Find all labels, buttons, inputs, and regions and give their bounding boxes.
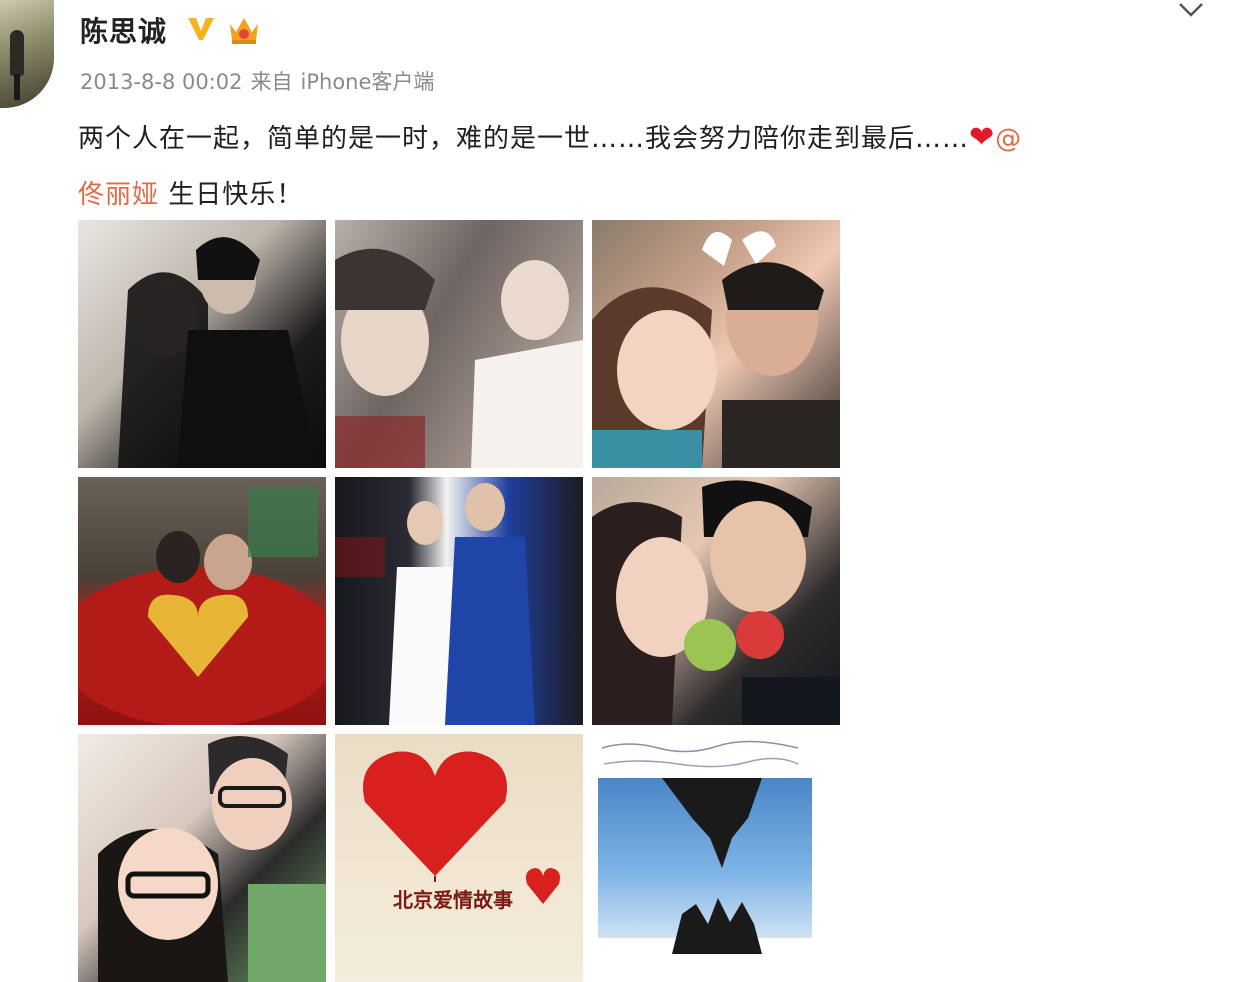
handwriting-scribble [601, 740, 799, 768]
poster-caption: 北京爱情故事 [393, 888, 513, 912]
photo-6[interactable] [592, 477, 840, 725]
photo-9[interactable] [592, 734, 840, 982]
chevron-down-icon[interactable] [1176, 0, 1206, 20]
photo-6-figure [592, 480, 840, 725]
post-source[interactable]: iPhone客户端 [301, 70, 435, 94]
photo-1[interactable] [78, 220, 326, 468]
photo-1-figure [118, 237, 318, 468]
photo-5[interactable] [335, 477, 583, 725]
photo-7[interactable] [78, 734, 326, 982]
post-text-suffix: 生日快乐！ [159, 180, 304, 210]
username[interactable]: 陈思诚 [80, 10, 167, 50]
post-text-line1: 两个人在一起，简单的是一时，难的是一世……我会努力陪你走到最后……❤@ [78, 110, 1218, 167]
at-symbol: @ [995, 124, 1023, 154]
photo-9-hand-bottom [672, 898, 762, 954]
photo-4-figure [78, 487, 326, 725]
photo-4[interactable] [78, 477, 326, 725]
verified-v-icon [188, 18, 214, 40]
photo-grid: 北京爱情故事 [78, 220, 842, 982]
photo-9-hand-top [662, 778, 762, 868]
photo-3-figure [592, 231, 840, 468]
small-heart-balloon-icon [526, 868, 560, 904]
heart-balloon-icon [363, 751, 507, 882]
photo-2[interactable] [335, 220, 583, 468]
post-text: 两个人在一起，简单的是一时，难的是一世……我会努力陪你走到最后…… [78, 124, 970, 154]
photo-3[interactable] [592, 220, 840, 468]
avatar-figure [10, 30, 24, 76]
source-prefix: 来自 [250, 70, 293, 94]
photo-8[interactable]: 北京爱情故事 [335, 734, 583, 982]
post-text-line2: 佟丽娅 生日快乐！ [78, 167, 1218, 223]
photo-2-figure [335, 248, 583, 468]
avatar[interactable] [0, 0, 54, 108]
photo-5-figure [335, 483, 535, 725]
heart-icon: ❤ [969, 120, 996, 155]
avatar-figure-leg [14, 74, 20, 100]
post-content: 两个人在一起，简单的是一时，难的是一世……我会努力陪你走到最后……❤@ 佟丽娅 … [78, 110, 1218, 223]
vip-crown-icon[interactable] [224, 12, 264, 46]
mention-link[interactable]: 佟丽娅 [78, 180, 159, 210]
photo-7-figure [98, 736, 326, 982]
post-meta: 2013-8-8 00:02 来自 iPhone客户端 [80, 66, 442, 96]
post-timestamp[interactable]: 2013-8-8 00:02 [80, 70, 243, 94]
